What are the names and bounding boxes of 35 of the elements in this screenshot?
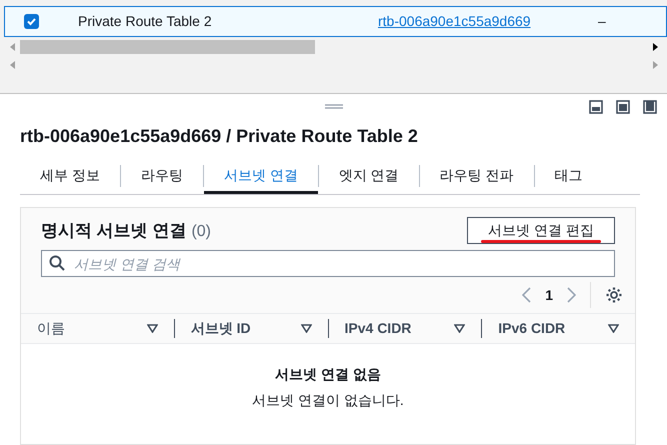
resize-handle-icon[interactable] [324,104,342,108]
edit-subnet-button[interactable]: 서브넷 연결 편집 [467,217,615,244]
column-header[interactable]: IPv6 CIDR [498,318,566,339]
column-header[interactable]: 서브넷 ID [190,318,251,339]
panel-title: rtb-006a90e1c55a9d669 / Private Route Table 2 [20,125,419,148]
section-title: 명시적 서브넷 연결 [41,220,186,242]
checkmark-icon [26,16,37,27]
sort-icon[interactable] [146,324,158,333]
table-cell-text: – [598,12,606,31]
section-count: (0) [191,222,212,242]
tab[interactable]: 라우팅 전파 [420,157,534,194]
search-field[interactable]: 서브넷 연결 검색 [41,250,615,277]
route-table-link[interactable]: rtb-006a90e1c55a9d669 [378,11,598,32]
scroll-right-icon[interactable] [653,43,659,51]
tab[interactable]: 엣지 연결 [318,157,419,194]
column-header[interactable]: IPv4 CIDR [344,318,412,339]
scrollbar-thumb[interactable] [20,40,315,54]
tab[interactable]: 세부 정보 [20,157,120,194]
tab[interactable]: 라우팅 [120,157,203,194]
row-checkbox[interactable] [24,14,39,29]
column-header[interactable]: 이름 [37,318,65,339]
page-number[interactable]: 1 [545,284,553,306]
settings-icon[interactable] [605,286,623,304]
tab[interactable]: 서브넷 연결 [204,157,318,194]
sort-icon[interactable] [454,324,466,333]
empty-title: 서브넷 연결 없음 [275,365,381,384]
panel-layout-icon[interactable] [589,100,603,114]
search-icon [49,255,65,271]
sort-icon[interactable] [300,324,312,333]
panel-layout-icon[interactable] [616,100,630,114]
empty-message: 서브넷 연결이 없습니다. [252,391,404,410]
tab[interactable]: 태그 [534,157,603,194]
panel-layout-icon[interactable] [643,100,657,114]
table-cell-text: Private Route Table 2 [78,12,213,31]
sort-icon[interactable] [608,324,619,333]
